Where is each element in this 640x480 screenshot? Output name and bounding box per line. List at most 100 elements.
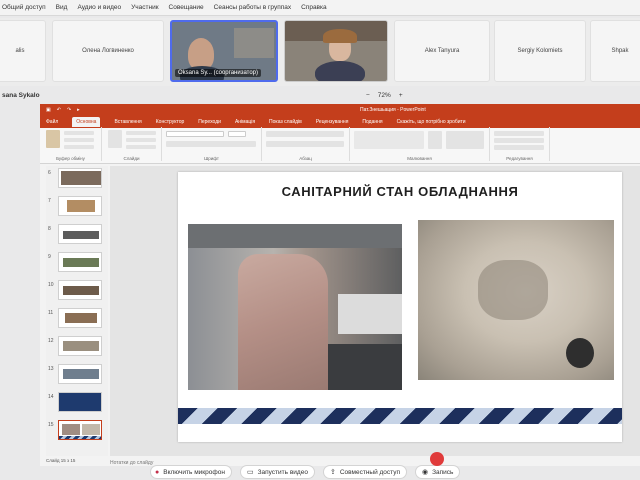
- menu-breakout-rooms[interactable]: Сеансы работы в группах: [214, 4, 291, 11]
- hazard-stripe-band: [178, 408, 622, 424]
- tab-animations[interactable]: Анімація: [235, 119, 255, 125]
- slide-thumbnail[interactable]: 11: [46, 308, 108, 330]
- slide-thumbnail[interactable]: 9: [46, 252, 108, 274]
- menu-audio-video[interactable]: Аудио и видео: [77, 4, 121, 11]
- tab-home[interactable]: Основна: [72, 117, 101, 127]
- shared-powerpoint-window: ▣ ↶ ↷ ▸ Пат.Знешьация - PowerPoint Файл …: [40, 104, 640, 466]
- participant-hair: [323, 29, 357, 43]
- ribbon-group-label: Буфер обміну: [56, 156, 85, 161]
- share-label: Совместный доступ: [339, 468, 400, 476]
- record-icon: ◉: [422, 469, 429, 476]
- replace-button[interactable]: [494, 138, 544, 143]
- copy-button[interactable]: [64, 138, 94, 142]
- font-name-select[interactable]: [166, 131, 224, 137]
- participant-tile[interactable]: Sergiy Kolomiets: [494, 20, 586, 82]
- start-slideshow-icon[interactable]: ▸: [77, 107, 80, 113]
- slide-number: 12: [48, 338, 54, 344]
- video-button[interactable]: ▭ Запустить видео: [239, 465, 315, 479]
- thumbnail-image: [58, 252, 102, 272]
- ribbon-group-label: Редагування: [506, 156, 533, 161]
- menu-view[interactable]: Вид: [56, 4, 68, 11]
- equipment-photo-right[interactable]: [418, 220, 614, 380]
- share-screen-icon: ⇪: [329, 469, 336, 476]
- thumbnail-image: [58, 280, 102, 300]
- menu-share[interactable]: Общий доступ: [2, 4, 46, 11]
- teams-meeting-window: Общий доступ Вид Аудио и видео Участник …: [0, 0, 640, 480]
- participant-tile[interactable]: Олена Логвиненко: [52, 20, 164, 82]
- select-button[interactable]: [494, 145, 544, 150]
- tab-insert[interactable]: Вставлення: [114, 119, 141, 125]
- zoom-level: 72%: [377, 91, 391, 99]
- presenter-name: sana Sykalo: [2, 91, 40, 99]
- participant-name: Sergiy Kolomiets: [517, 48, 563, 54]
- participant-tile[interactable]: Shpak: [590, 20, 640, 82]
- slide-thumbnail[interactable]: 14: [46, 392, 108, 414]
- reset-button[interactable]: [126, 138, 156, 142]
- tab-design[interactable]: Конструктор: [156, 119, 185, 125]
- font-format-buttons[interactable]: [166, 141, 256, 147]
- slide-status: Слайд 15 з 15: [46, 458, 76, 463]
- slide-thumbnail[interactable]: 13: [46, 364, 108, 386]
- participant-tile[interactable]: Alex Tanyura: [394, 20, 490, 82]
- microphone-off-icon: ●: [155, 468, 160, 476]
- participant-tile[interactable]: alis: [0, 20, 46, 82]
- slide-thumbnail[interactable]: 7: [46, 196, 108, 218]
- cut-button[interactable]: [64, 131, 94, 135]
- ribbon-group-label: Слайди: [123, 156, 140, 161]
- share-button[interactable]: ⇪ Совместный доступ: [322, 465, 407, 479]
- thumbnail-image: [58, 224, 102, 244]
- thumbnail-image: [58, 196, 102, 216]
- tab-review[interactable]: Рецензування: [316, 119, 349, 125]
- slides-thumbnail-pane: 6 7 8 9 10 11 12 13 14 15: [46, 166, 108, 456]
- participant-video-tile-active[interactable]: Oksana Sy... (соорганизатор): [170, 20, 278, 82]
- zoom-out-button[interactable]: −: [366, 92, 370, 99]
- slide-thumbnail[interactable]: 12: [46, 336, 108, 358]
- current-slide[interactable]: САНІТАРНИЙ СТАН ОБЛАДНАННЯ: [178, 172, 622, 442]
- shapes-gallery[interactable]: [354, 131, 424, 149]
- slide-thumbnail[interactable]: 8: [46, 224, 108, 246]
- list-buttons[interactable]: [266, 131, 344, 137]
- new-slide-icon[interactable]: [108, 130, 122, 148]
- slide-number: 9: [48, 254, 51, 260]
- menu-participant[interactable]: Участник: [131, 4, 158, 11]
- shape-style-buttons[interactable]: [446, 131, 484, 149]
- tab-view[interactable]: Подання: [362, 119, 382, 125]
- participants-strip: alis Олена Логвиненко Oksana Sy... (соор…: [0, 18, 640, 86]
- slide-thumbnail-selected[interactable]: 15: [46, 420, 108, 442]
- ribbon-group-label: Абзац: [299, 156, 312, 161]
- section-button[interactable]: [126, 145, 156, 149]
- tell-me-search[interactable]: Скажіть, що потрібно зробити: [397, 119, 466, 125]
- participant-caption: Oksana Sy... (соорганизатор): [175, 69, 262, 77]
- end-meeting-button[interactable]: [430, 452, 444, 466]
- tab-file[interactable]: Файл: [46, 119, 58, 125]
- align-buttons[interactable]: [266, 141, 344, 147]
- menu-meeting[interactable]: Совещание: [169, 4, 204, 11]
- redo-icon[interactable]: ↷: [67, 107, 71, 113]
- slide-title[interactable]: САНІТАРНИЙ СТАН ОБЛАДНАННЯ: [178, 184, 622, 199]
- record-button[interactable]: ◉ Запись: [415, 465, 461, 479]
- camera-icon: ▭: [246, 469, 254, 476]
- find-button[interactable]: [494, 131, 544, 136]
- participant-video-tile[interactable]: [284, 20, 388, 82]
- undo-icon[interactable]: ↶: [57, 107, 61, 113]
- slide-thumbnail[interactable]: 6: [46, 168, 108, 190]
- equipment-photo-left[interactable]: [188, 224, 402, 390]
- thumbnail-image: [58, 168, 102, 188]
- tab-slideshow[interactable]: Показ слайдів: [269, 119, 302, 125]
- layout-button[interactable]: [126, 131, 156, 135]
- record-label: Запись: [432, 468, 454, 476]
- thumbnail-image: [58, 420, 102, 440]
- zoom-in-button[interactable]: +: [399, 92, 403, 99]
- paste-icon[interactable]: [46, 130, 60, 148]
- format-painter-button[interactable]: [64, 145, 94, 149]
- save-icon[interactable]: ▣: [46, 107, 51, 113]
- thumbnail-image: [58, 364, 102, 384]
- participant-name: Shpak: [611, 48, 629, 54]
- slide-thumbnail[interactable]: 10: [46, 280, 108, 302]
- tab-transitions[interactable]: Переходи: [198, 119, 221, 125]
- participant-body: [315, 61, 365, 81]
- arrange-button[interactable]: [428, 131, 442, 149]
- font-size-select[interactable]: [228, 131, 246, 137]
- microphone-button[interactable]: ● Включить микрофон: [150, 465, 232, 479]
- menu-help[interactable]: Справка: [301, 4, 327, 11]
